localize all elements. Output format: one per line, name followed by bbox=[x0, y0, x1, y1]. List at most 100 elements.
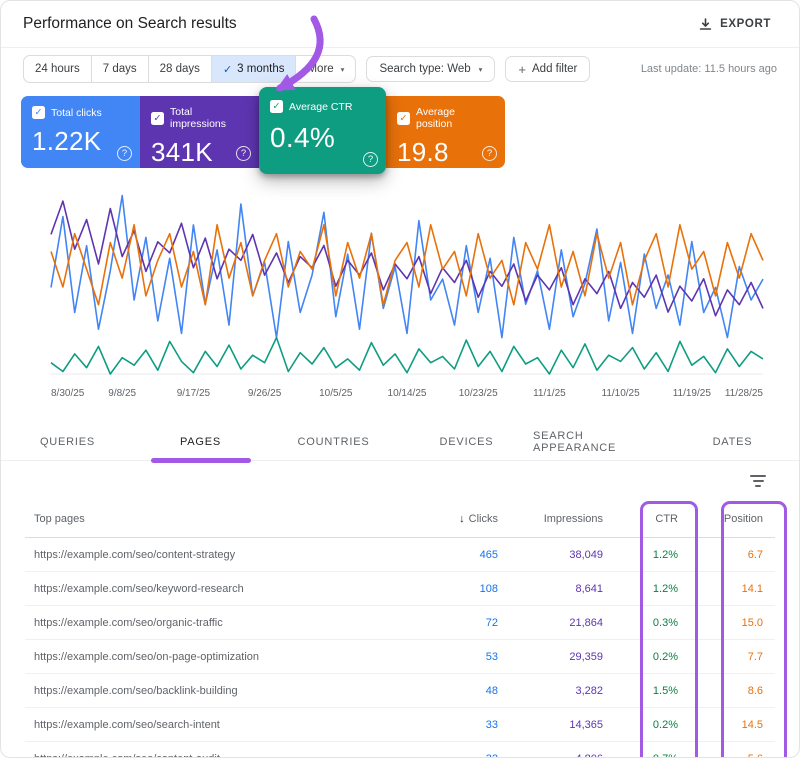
search-type-chip[interactable]: Search type: Web ▾ bbox=[366, 56, 496, 82]
metric-card-total-clicks[interactable]: ✓ Total clicks 1.22K? bbox=[21, 96, 140, 168]
search-console-performance-page: Performance on Search results EXPORT 24 … bbox=[0, 0, 800, 758]
tab-queries[interactable]: QUERIES bbox=[1, 424, 134, 460]
metric-value: 341K bbox=[151, 137, 213, 167]
x-axis-tick-label: 10/23/25 bbox=[459, 388, 498, 399]
table-row[interactable]: https://example.com/seo/organic-traffic 7… bbox=[25, 606, 775, 640]
tab-search-appearance[interactable]: SEARCH APPEARANCE bbox=[533, 424, 666, 460]
tab-pages[interactable]: PAGES bbox=[134, 424, 267, 463]
clicks-value: 72 bbox=[485, 616, 498, 629]
page-title: Performance on Search results bbox=[23, 15, 237, 32]
clicks-value: 33 bbox=[485, 718, 498, 731]
checkbox-checked-icon[interactable]: ✓ bbox=[32, 106, 45, 119]
metric-label: Total impressions bbox=[170, 106, 227, 130]
x-axis-tick-label: 8/30/25 bbox=[51, 388, 85, 399]
table-row[interactable]: https://example.com/seo/on-page-optimiza… bbox=[25, 640, 775, 674]
annotation-tab-underline bbox=[150, 458, 251, 463]
metric-card-average-ctr[interactable]: ✓ Average CTR 0.4%? bbox=[259, 87, 386, 174]
tab-devices[interactable]: DEVICES bbox=[400, 424, 533, 460]
chart-series-clicks bbox=[50, 194, 764, 339]
ctr-value: 0.2% bbox=[652, 718, 678, 731]
checkbox-checked-icon[interactable]: ✓ bbox=[151, 111, 164, 125]
clicks-value: 465 bbox=[479, 548, 498, 561]
column-header-ctr[interactable]: CTR bbox=[615, 513, 690, 525]
page-url[interactable]: https://example.com/seo/on-page-optimiza… bbox=[25, 651, 425, 663]
position-value: 14.5 bbox=[741, 718, 763, 731]
column-header-impressions[interactable]: Impressions bbox=[510, 513, 615, 525]
help-icon[interactable]: ? bbox=[363, 152, 378, 167]
impressions-value: 29,359 bbox=[569, 650, 603, 663]
ctr-value: 0.3% bbox=[652, 616, 678, 629]
impressions-value: 21,864 bbox=[569, 616, 603, 629]
date-range-3-months[interactable]: ✓ 3 months bbox=[210, 56, 296, 82]
top-pages-table: Top pages ↓ Clicks Impressions CTR Posit… bbox=[25, 501, 787, 758]
tab-dates[interactable]: DATES bbox=[666, 424, 799, 460]
x-axis-tick-label: 9/26/25 bbox=[248, 388, 282, 399]
page-header: Performance on Search results EXPORT bbox=[1, 1, 799, 48]
page-url[interactable]: https://example.com/seo/backlink-buildin… bbox=[25, 685, 425, 697]
date-range-more-dropdown[interactable]: More ▾ bbox=[295, 56, 355, 82]
clicks-value: 32 bbox=[425, 753, 510, 758]
help-icon[interactable]: ? bbox=[117, 146, 132, 161]
date-range-chips: 24 hours 7 days 28 days ✓ 3 months More ▾ bbox=[23, 55, 357, 83]
impressions-value: 14,365 bbox=[569, 718, 603, 731]
export-button[interactable]: EXPORT bbox=[692, 13, 777, 36]
checkbox-checked-icon[interactable]: ✓ bbox=[270, 100, 283, 113]
position-value: 8.6 bbox=[747, 684, 763, 697]
table-row[interactable]: https://example.com/seo/keyword-research… bbox=[25, 572, 775, 606]
column-header-top-pages[interactable]: Top pages bbox=[25, 513, 425, 525]
x-axis-tick-label: 10/14/25 bbox=[388, 388, 427, 399]
table-row[interactable]: https://example.com/seo/content-audit324… bbox=[25, 742, 775, 758]
add-filter-chip[interactable]: + Add filter bbox=[505, 56, 591, 82]
impressions-value: 8,641 bbox=[575, 582, 603, 595]
tab-countries[interactable]: COUNTRIES bbox=[267, 424, 400, 460]
chart-series-position bbox=[50, 223, 764, 306]
table-row[interactable]: https://example.com/seo/content-strategy… bbox=[25, 538, 775, 572]
performance-line-chart[interactable]: 8/30/25 9/8/25 9/17/25 9/26/25 10/5/25 10/14/… bbox=[21, 180, 779, 408]
checkbox-checked-icon[interactable]: ✓ bbox=[397, 111, 410, 125]
metric-cards: ✓ Total clicks 1.22K? ✓ Total impressions 341… bbox=[1, 87, 799, 176]
ctr-value: 1.2% bbox=[652, 582, 678, 595]
filter-rows-icon[interactable] bbox=[749, 472, 767, 490]
page-url[interactable]: https://example.com/seo/organic-traffic bbox=[25, 617, 425, 629]
metric-label: Average CTR bbox=[289, 100, 353, 113]
x-axis-tick-label: 9/17/25 bbox=[177, 388, 211, 399]
x-axis-tick-label: 9/8/25 bbox=[108, 388, 136, 399]
x-axis-tick-label: 11/28/25 bbox=[725, 388, 764, 399]
page-url[interactable]: https://example.com/seo/content-strategy bbox=[25, 549, 425, 561]
page-url[interactable]: https://example.com/seo/content-audit bbox=[25, 753, 425, 758]
ctr-value: 1.2% bbox=[652, 548, 678, 561]
column-header-position[interactable]: Position bbox=[690, 513, 775, 525]
help-icon[interactable]: ? bbox=[236, 146, 251, 161]
check-icon: ✓ bbox=[222, 63, 233, 76]
date-range-28-days[interactable]: 28 days bbox=[147, 56, 211, 82]
column-header-clicks[interactable]: ↓ Clicks bbox=[425, 513, 510, 525]
position-value: 7.7 bbox=[747, 650, 763, 663]
impressions-value: 38,049 bbox=[569, 548, 603, 561]
download-icon bbox=[699, 17, 712, 30]
chevron-down-icon: ▾ bbox=[340, 64, 345, 74]
chart-series-ctr bbox=[50, 336, 764, 375]
position-value: 15.0 bbox=[741, 616, 763, 629]
impressions-value: 4,806 bbox=[510, 753, 615, 758]
table-row[interactable]: https://example.com/seo/backlink-buildin… bbox=[25, 674, 775, 708]
x-axis-tick-label: 11/1/25 bbox=[533, 388, 566, 399]
metric-card-total-impressions[interactable]: ✓ Total impressions 341K? bbox=[140, 96, 259, 168]
date-range-7-days[interactable]: 7 days bbox=[90, 56, 148, 82]
metric-value: 0.4% bbox=[270, 122, 336, 153]
date-range-24-hours[interactable]: 24 hours bbox=[24, 56, 91, 82]
metric-value: 19.8 bbox=[397, 137, 449, 167]
page-url[interactable]: https://example.com/seo/keyword-research bbox=[25, 583, 425, 595]
metric-card-average-position[interactable]: ✓ Average position 19.8? bbox=[386, 96, 505, 168]
help-icon[interactable]: ? bbox=[482, 146, 497, 161]
position-value: 5.6 bbox=[690, 753, 775, 758]
clicks-value: 48 bbox=[485, 684, 498, 697]
table-row[interactable]: https://example.com/seo/search-intent 33 1… bbox=[25, 708, 775, 742]
filter-bar: 24 hours 7 days 28 days ✓ 3 months More ▾ Sear… bbox=[1, 48, 799, 90]
page-url[interactable]: https://example.com/seo/search-intent bbox=[25, 719, 425, 731]
dimension-tabs: QUERIES PAGES COUNTRIES DEVICES SEARCH APPEA… bbox=[1, 424, 799, 463]
metric-value: 1.22K bbox=[32, 126, 102, 156]
metric-label: Average position bbox=[416, 106, 455, 130]
table-header: Top pages ↓ Clicks Impressions CTR Posit… bbox=[25, 501, 775, 538]
plus-icon: + bbox=[518, 61, 526, 77]
chevron-down-icon: ▾ bbox=[478, 64, 483, 74]
